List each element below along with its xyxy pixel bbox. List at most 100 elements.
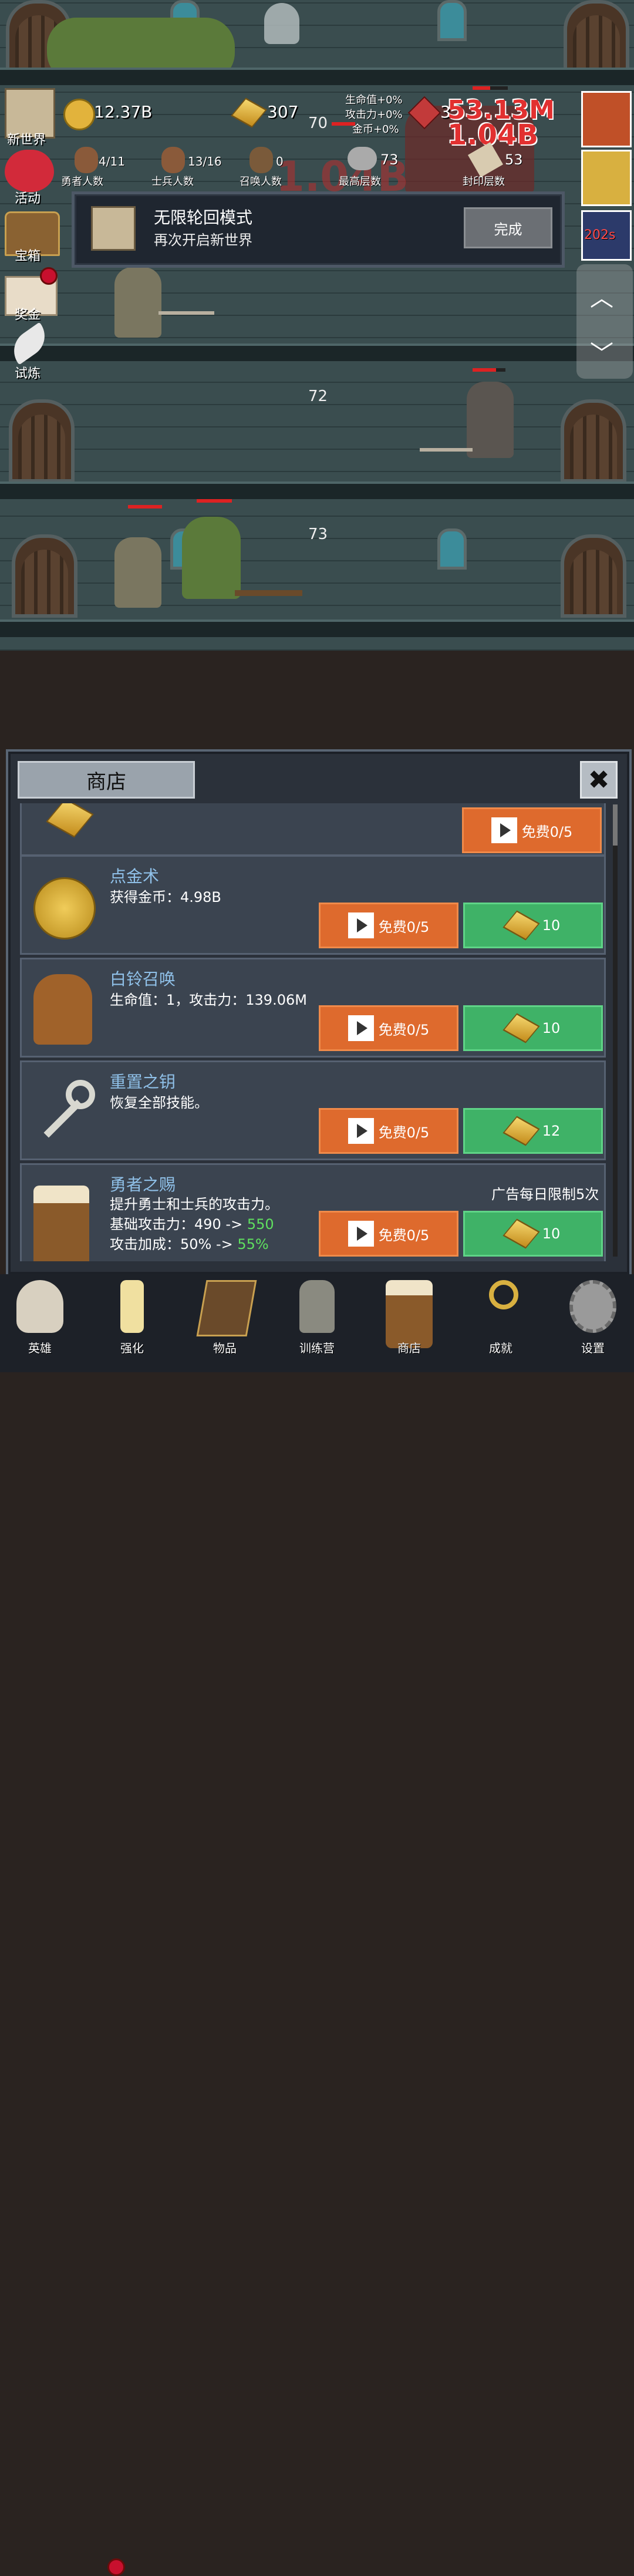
ad-limit-note: 广告每日限制5次 bbox=[491, 1186, 599, 1203]
quest-complete-button[interactable]: 完成 bbox=[464, 207, 552, 248]
nav-training[interactable]: 训练营 bbox=[279, 1280, 355, 1368]
button-label: 免费0/5 bbox=[378, 1021, 430, 1038]
item-name: 白铃召唤 bbox=[110, 969, 176, 989]
free-ad-button[interactable]: 免费0/5 bbox=[319, 1005, 458, 1051]
buy-with-gold-button[interactable]: 10 bbox=[463, 1211, 603, 1257]
price-label: 10 bbox=[542, 917, 561, 934]
shop-item-hero-gift: 勇者之赐 广告每日限制5次 提升勇士和士兵的攻击力。 基础攻击力：490 -> … bbox=[20, 1163, 606, 1261]
video-play-icon bbox=[348, 1015, 374, 1041]
buy-with-gold-button[interactable]: 10 bbox=[463, 1005, 603, 1051]
video-play-icon bbox=[348, 1118, 374, 1144]
scrollbar-thumb[interactable] bbox=[613, 804, 618, 846]
floor-ledge bbox=[0, 344, 634, 361]
nav-label: 商店 bbox=[397, 1341, 421, 1355]
nav-label: 物品 bbox=[213, 1341, 237, 1355]
notification-dot bbox=[40, 267, 58, 285]
floor-number: 72 bbox=[308, 388, 328, 405]
scroll-down-icon[interactable]: ﹀ bbox=[590, 335, 613, 369]
nav-upgrade[interactable]: 强化 bbox=[94, 1280, 170, 1368]
lantern-icon bbox=[299, 1280, 335, 1333]
item-description: 恢复全部技能。 bbox=[110, 1095, 208, 1111]
nav-achievements[interactable]: 成就 bbox=[463, 1280, 539, 1368]
nav-heroes[interactable]: 英雄 bbox=[2, 1280, 78, 1368]
max-floor-label: 最高层数 bbox=[339, 176, 381, 188]
free-ad-button[interactable]: 免费0/5 bbox=[319, 1108, 458, 1154]
buy-with-gold-button[interactable]: 10 bbox=[463, 903, 603, 948]
coin-icon bbox=[63, 99, 95, 130]
sword bbox=[420, 448, 473, 452]
nav-items[interactable]: 物品 bbox=[187, 1280, 263, 1368]
shop-title: 商店 bbox=[18, 761, 195, 799]
side-menu-trial[interactable]: 试炼 bbox=[15, 363, 41, 382]
gold-count: 307 bbox=[267, 102, 299, 122]
video-play-icon bbox=[348, 912, 374, 938]
hero-count-label: 勇者人数 bbox=[61, 176, 103, 188]
heart-icon[interactable] bbox=[5, 150, 54, 192]
bonus-new-value: 55% bbox=[237, 1236, 269, 1252]
soldier-count-label: 士兵人数 bbox=[151, 176, 194, 188]
buy-with-gold-button[interactable]: 12 bbox=[463, 1108, 603, 1154]
knight-hero bbox=[114, 537, 161, 608]
floor-ledge bbox=[0, 481, 634, 499]
dark-knight-enemy bbox=[467, 382, 514, 458]
shop-item-summon: 白铃召唤 生命值：1，攻击力：139.06M 免费0/5 10 bbox=[20, 958, 606, 1058]
summon-avatar-icon bbox=[249, 147, 273, 173]
nav-shop[interactable]: 商店 bbox=[371, 1280, 447, 1368]
enemy-hp-bar bbox=[473, 368, 496, 372]
item-description: 提升勇士和士兵的攻击力。 基础攻击力：490 -> 550 攻击加成：50% -… bbox=[110, 1194, 279, 1254]
summon-count-label: 召唤人数 bbox=[240, 176, 282, 188]
candle-icon[interactable] bbox=[581, 150, 632, 206]
shop-item-reset-key: 重置之钥 恢复全部技能。 免费0/5 12 bbox=[20, 1060, 606, 1160]
scroll-up-icon[interactable]: ︿ bbox=[590, 279, 613, 313]
price-label: 12 bbox=[542, 1123, 561, 1139]
dungeon-door bbox=[561, 399, 626, 483]
summon-count: 0 bbox=[276, 154, 284, 169]
skull-icon bbox=[348, 147, 377, 170]
apple-icon[interactable] bbox=[581, 91, 632, 147]
free-ad-button[interactable]: 免费0/5 bbox=[319, 1211, 458, 1257]
hero-avatar-icon bbox=[75, 147, 98, 173]
coin-count: 12.37B bbox=[94, 102, 153, 122]
summon-girl-icon bbox=[33, 974, 92, 1045]
key-icon bbox=[33, 1080, 98, 1144]
side-menu-activity[interactable]: 活动 bbox=[15, 188, 41, 207]
notification-dot bbox=[107, 2558, 125, 2576]
enemy-hp-bar-empty bbox=[490, 86, 508, 90]
item-name: 重置之钥 bbox=[110, 1072, 176, 1092]
coin-buff: 金币+0% bbox=[352, 123, 399, 136]
description-line: 提升勇士和士兵的攻击力。 bbox=[110, 1196, 279, 1213]
floor-ledge bbox=[0, 619, 634, 637]
button-label: 免费0/5 bbox=[378, 1124, 430, 1141]
side-menu-chest[interactable]: 宝箱 bbox=[15, 245, 41, 264]
gold-bar-icon bbox=[46, 803, 94, 838]
shop-list[interactable]: 免费0/5 点金术 获得金币：4.98B 免费0/5 10 白铃召唤 生命值：1… bbox=[20, 803, 607, 1261]
item-description: 生命值：1，攻击力：139.06M bbox=[110, 992, 307, 1008]
green-orc-enemy bbox=[182, 517, 241, 599]
dungeon-window bbox=[437, 0, 467, 41]
nav-settings[interactable]: 设置 bbox=[555, 1280, 631, 1368]
quest-banner: 无限轮回模式 再次开启新世界 完成 bbox=[72, 191, 565, 268]
hp-buff: 生命值+0% bbox=[345, 94, 403, 106]
bottom-nav: 英雄 强化 物品 训练营 商店 成就 设置 bbox=[0, 1274, 634, 2576]
gold-coin-icon bbox=[33, 877, 96, 940]
video-play-icon bbox=[348, 1221, 374, 1247]
bonus-prefix: 攻击加成：50% -> bbox=[110, 1236, 238, 1252]
price-label: 10 bbox=[542, 1225, 561, 1242]
key-icon bbox=[489, 1280, 518, 1309]
gold-bar-icon bbox=[503, 1116, 540, 1146]
price-label: 10 bbox=[542, 1020, 561, 1036]
hero-count: 4/11 bbox=[99, 154, 125, 169]
free-ad-button[interactable]: 免费0/5 bbox=[319, 903, 458, 948]
hp-bar bbox=[128, 505, 162, 509]
max-floor: 73 bbox=[380, 151, 399, 168]
item-name: 勇者之赐 bbox=[110, 1175, 176, 1194]
scrollbar-track[interactable] bbox=[613, 804, 618, 1257]
ghost bbox=[264, 3, 299, 44]
gear-icon bbox=[569, 1280, 616, 1333]
close-button[interactable]: ✖ bbox=[580, 761, 618, 799]
nav-label: 设置 bbox=[581, 1341, 605, 1355]
quest-subtitle: 再次开启新世界 bbox=[154, 232, 252, 248]
side-menu-new-world[interactable]: 新世界 bbox=[7, 129, 46, 148]
free-ad-button[interactable]: 免费0/5 bbox=[462, 807, 602, 853]
side-menu-bonus[interactable]: 奖金 bbox=[15, 304, 41, 323]
